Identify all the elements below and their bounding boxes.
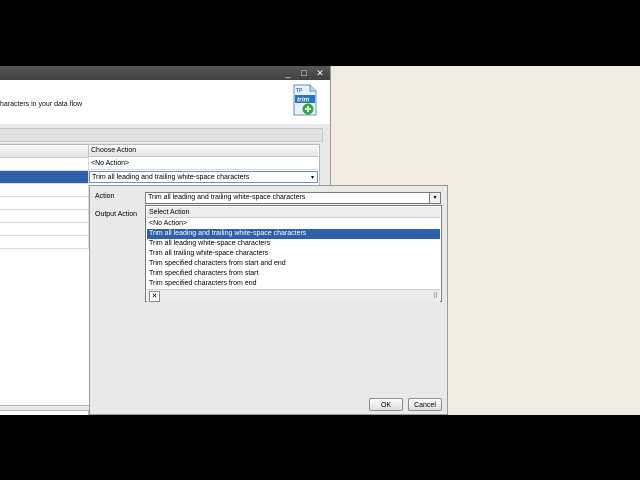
dialog-header: haracters in your data flow TP trim bbox=[0, 80, 330, 125]
action-label: Action bbox=[95, 193, 115, 200]
header-subtitle: haracters in your data flow bbox=[0, 101, 83, 108]
action-cell[interactable]: <No Action> bbox=[89, 158, 318, 170]
action-select[interactable]: Trim all leading and trailing white-spac… bbox=[145, 192, 441, 204]
trim-logo-icon: TP trim bbox=[292, 84, 318, 116]
dropdown-option[interactable]: Trim specified characters from start and… bbox=[147, 259, 440, 269]
action-cell-value: Trim all leading and trailing white-spac… bbox=[92, 174, 250, 181]
close-icon[interactable]: ✕ bbox=[149, 291, 160, 302]
dropdown-option[interactable]: Trim specified characters from start bbox=[147, 269, 440, 279]
dropdown-option[interactable]: Trim specified characters from end bbox=[147, 279, 440, 289]
table-row[interactable] bbox=[0, 197, 89, 210]
maximize-button[interactable]: □ bbox=[298, 67, 310, 79]
table-row[interactable] bbox=[0, 184, 89, 197]
cancel-button[interactable]: Cancel bbox=[408, 398, 442, 411]
table-row[interactable] bbox=[0, 236, 89, 249]
logo-tp-text: TP bbox=[296, 88, 303, 94]
minimize-button[interactable]: _ bbox=[282, 67, 294, 79]
table-row[interactable] bbox=[0, 158, 89, 171]
dropdown-option[interactable]: Trim all leading white-space characters bbox=[147, 239, 440, 249]
dropdown-option[interactable]: <No Action> bbox=[147, 219, 440, 229]
close-button[interactable]: ✕ bbox=[314, 67, 326, 79]
table-row[interactable] bbox=[0, 210, 89, 223]
action-editor-popup: Action Output Action Trim all leading an… bbox=[89, 185, 448, 415]
screen-area: _ □ ✕ haracters in your data flow TP tri… bbox=[0, 66, 640, 415]
dropdown-header: Select Action bbox=[147, 207, 440, 218]
resize-grip-icon[interactable]: ⠿ bbox=[433, 292, 438, 300]
action-cell-combo[interactable]: Trim all leading and trailing white-spac… bbox=[89, 171, 318, 183]
dropdown-arrow-icon[interactable]: ▾ bbox=[311, 172, 314, 184]
dropdown-option-highlighted[interactable]: Trim all leading and trailing white-spac… bbox=[147, 229, 440, 239]
dropdown-option[interactable]: Trim all trailing white-space characters bbox=[147, 249, 440, 259]
toolstrip bbox=[0, 128, 323, 142]
table-row-selected[interactable] bbox=[0, 171, 89, 184]
chevron-down-icon[interactable]: ▾ bbox=[429, 193, 440, 203]
choose-action-column-header[interactable]: Choose Action bbox=[89, 145, 318, 157]
grid-header-left bbox=[0, 145, 89, 158]
output-action-label: Output Action bbox=[95, 211, 138, 218]
title-bar: _ □ ✕ bbox=[0, 66, 330, 80]
action-dropdown-list: Select Action <No Action> Trim all leadi… bbox=[145, 205, 442, 302]
dropdown-footer: ✕ ⠿ bbox=[147, 289, 440, 302]
table-row[interactable] bbox=[0, 223, 89, 236]
lower-text-field[interactable] bbox=[0, 410, 89, 415]
action-select-value: Trim all leading and trailing white-spac… bbox=[148, 194, 306, 201]
logo-trim-text: trim bbox=[297, 97, 310, 104]
ok-button[interactable]: OK bbox=[369, 398, 403, 411]
